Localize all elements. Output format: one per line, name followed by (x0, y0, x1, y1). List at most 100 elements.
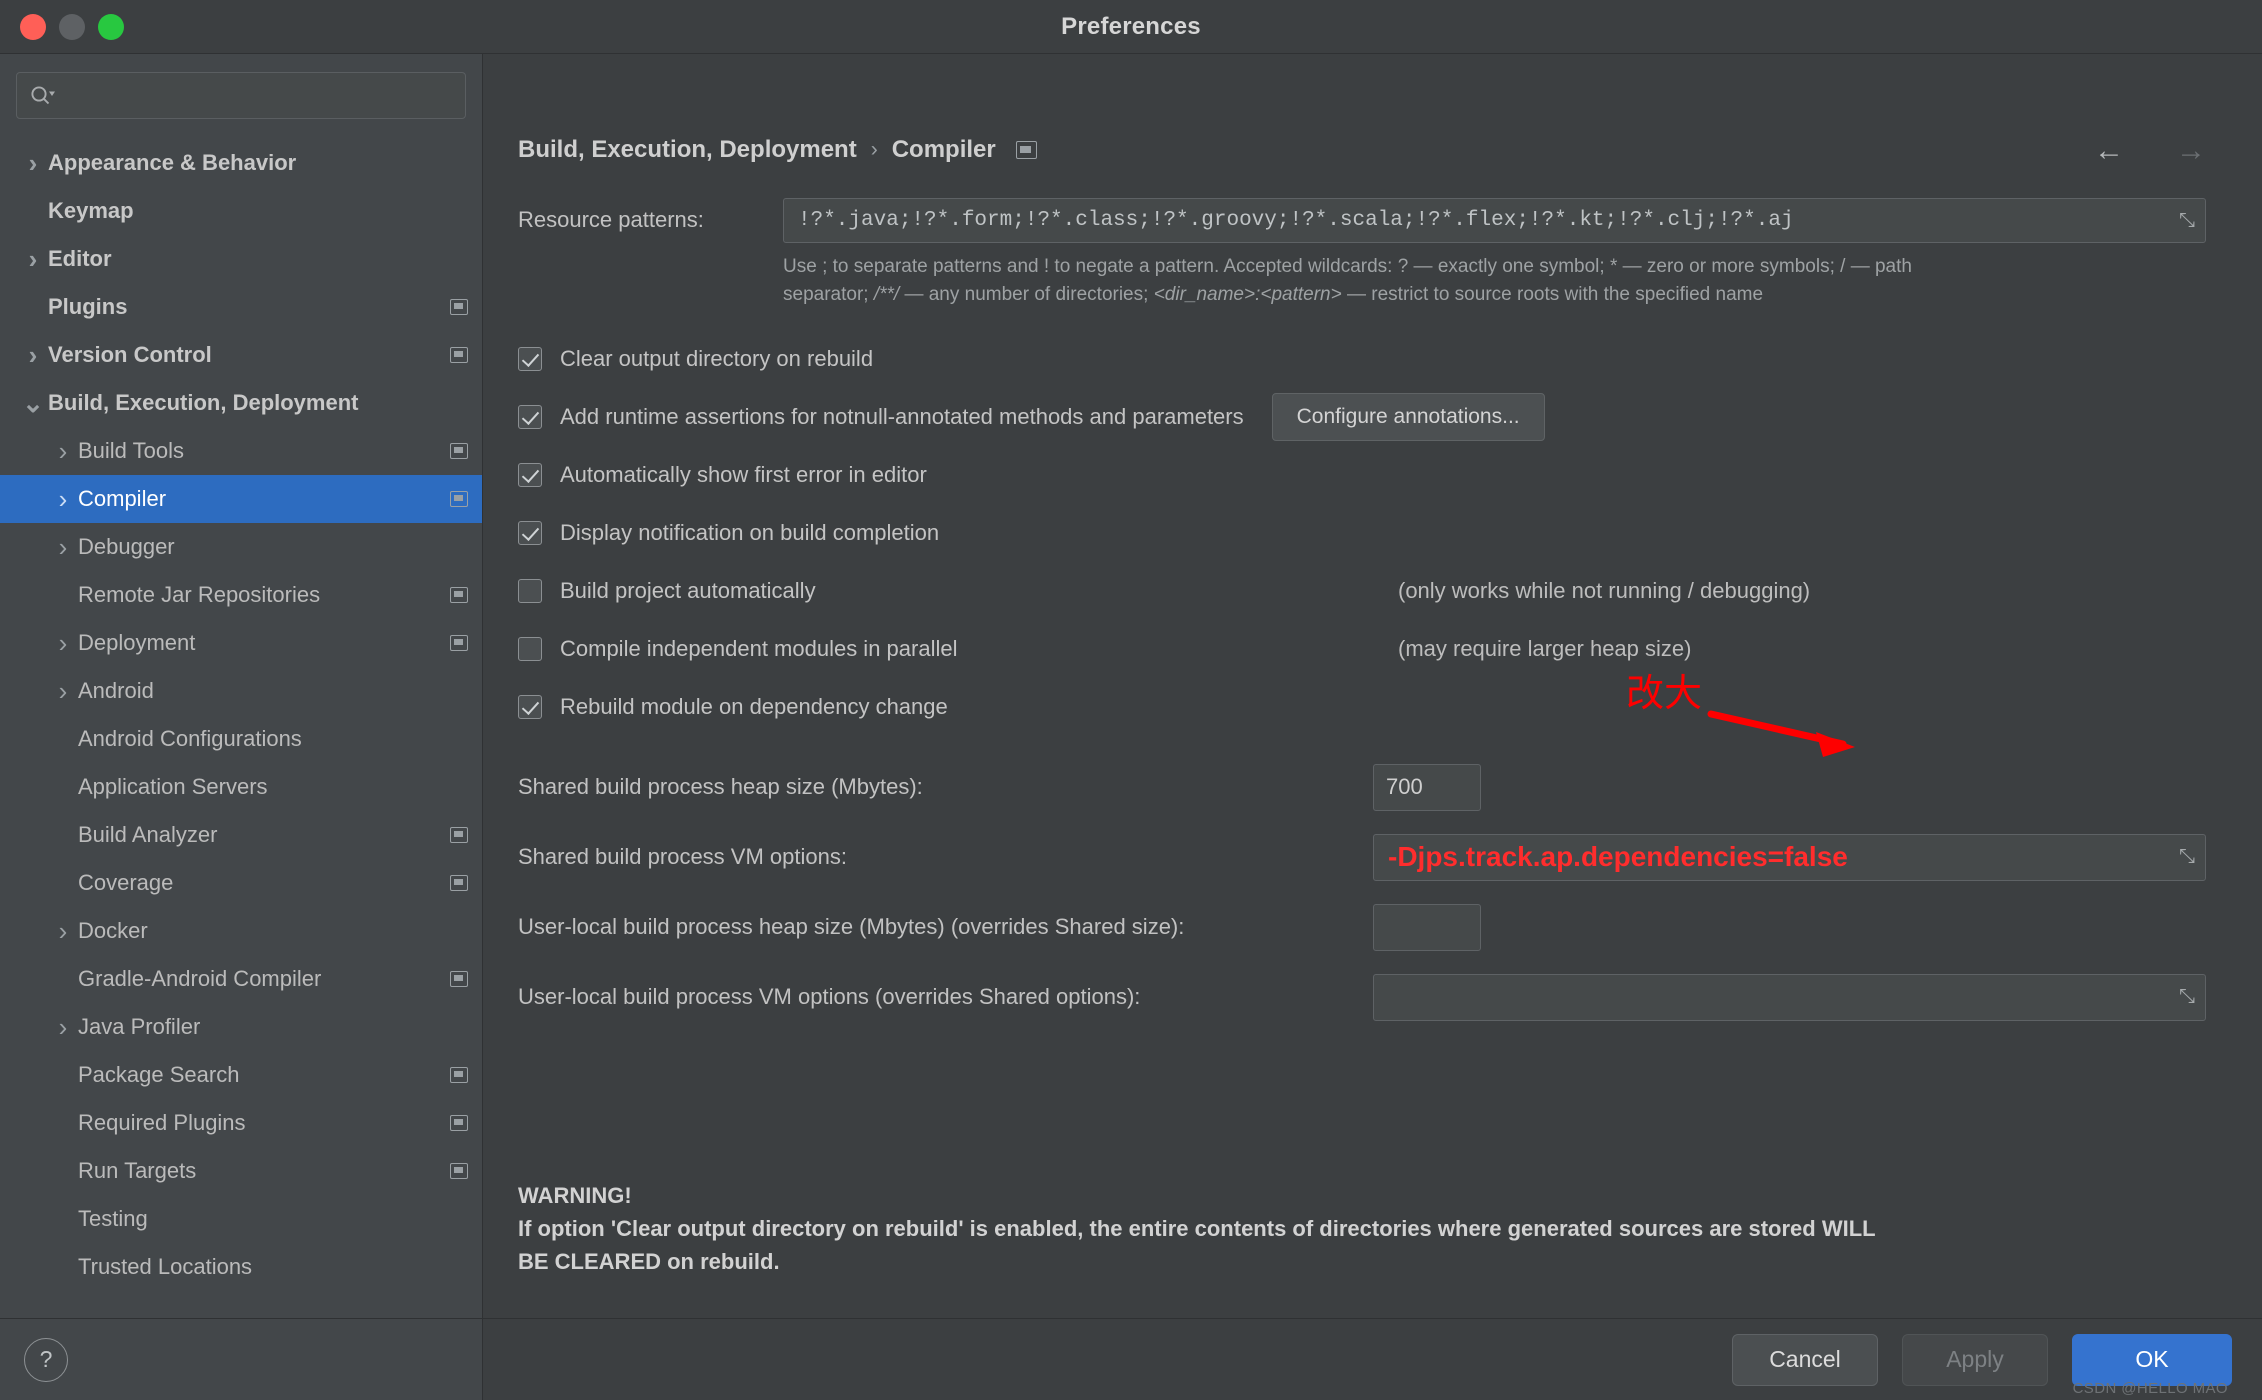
sidebar-item-editor[interactable]: › Editor (0, 235, 482, 283)
build-heap-size-input[interactable] (1373, 763, 1481, 811)
project-scope-icon (450, 875, 468, 891)
chevron-right-icon[interactable]: › (48, 628, 78, 659)
search-icon (29, 85, 55, 107)
sidebar-item-run-targets[interactable]: ›Run Targets (0, 1147, 482, 1195)
sidebar-item-label: Debugger (78, 534, 175, 559)
checkbox-automatically-show-first-error-in-editor[interactable] (518, 463, 542, 488)
sidebar-item-build-tools[interactable]: › Build Tools (0, 427, 482, 475)
checkbox-note: (only works while not running / debuggin… (1398, 578, 1811, 604)
expand-icon[interactable]: ⤡ (2179, 846, 2195, 869)
sidebar-item-label: Build Analyzer (78, 822, 218, 847)
forward-arrow-icon[interactable]: → (2176, 136, 2206, 166)
back-arrow-icon[interactable]: ← (2094, 136, 2124, 166)
search-box[interactable] (16, 72, 466, 119)
checkbox-add-runtime-assertions-for-notnull-annotated-methods-and-parameters[interactable] (518, 405, 542, 430)
sidebar-item-label: Required Plugins (78, 1110, 246, 1135)
project-scope-icon (450, 1115, 468, 1131)
sidebar-item-deployment[interactable]: › Deployment (0, 619, 482, 667)
project-scope-icon[interactable] (1015, 141, 1037, 159)
sidebar-item-version-control[interactable]: › Version Control (0, 331, 482, 379)
zoom-window-button[interactable] (98, 13, 124, 40)
checkbox-label: Clear output directory on rebuild (560, 346, 874, 372)
sidebar-item-docker[interactable]: › Docker (0, 907, 482, 955)
close-window-button[interactable] (20, 13, 46, 40)
build-field-row: Shared build process heap size (Mbytes): (518, 752, 2206, 822)
project-scope-icon (450, 491, 468, 507)
search-input[interactable] (61, 84, 453, 107)
sidebar-item-gradle-android-compiler[interactable]: ›Gradle-Android Compiler (0, 955, 482, 1003)
resource-patterns-field[interactable]: !?*.java;!?*.form;!?*.class;!?*.groovy;!… (783, 198, 2206, 243)
build-heap-size-input[interactable] (1373, 903, 1481, 951)
chevron-right-icon[interactable]: › (18, 148, 48, 179)
breadcrumb-root[interactable]: Build, Execution, Deployment (518, 136, 857, 164)
warning-line-1: If option 'Clear output directory on reb… (518, 1216, 1876, 1241)
checkbox-compile-independent-modules-in-parallel[interactable] (518, 637, 542, 662)
project-scope-icon (450, 827, 468, 843)
minimize-window-button[interactable] (59, 13, 85, 40)
sidebar-item-android-configurations[interactable]: ›Android Configurations (0, 715, 482, 763)
window-controls (20, 13, 124, 40)
sidebar-item-coverage[interactable]: ›Coverage (0, 859, 482, 907)
sidebar-item-build-execution-deployment[interactable]: ⌄ Build, Execution, Deployment (0, 379, 482, 427)
sidebar-item-remote-jar-repositories[interactable]: ›Remote Jar Repositories (0, 571, 482, 619)
chevron-right-icon[interactable]: › (48, 1012, 78, 1043)
warning-line-2: BE CLEARED on rebuild. (518, 1249, 780, 1274)
sidebar-item-label: Deployment (78, 630, 196, 655)
checkbox-clear-output-directory-on-rebuild[interactable] (518, 347, 542, 372)
apply-button[interactable]: Apply (1902, 1333, 2048, 1386)
sidebar-item-label: Compiler (78, 486, 167, 511)
sidebar-item-debugger[interactable]: › Debugger (0, 523, 482, 571)
build-vm-options-field[interactable]: -Djps.track.ap.dependencies=false ⤡ (1373, 833, 2206, 881)
cancel-button[interactable]: Cancel (1732, 1333, 1878, 1386)
sidebar-item-label: Application Servers (78, 774, 268, 799)
chevron-right-icon[interactable]: › (18, 244, 48, 275)
sidebar-item-label: Package Search (78, 1062, 240, 1087)
sidebar-item-build-analyzer[interactable]: ›Build Analyzer (0, 811, 482, 859)
sidebar-item-testing[interactable]: ›Testing (0, 1195, 482, 1243)
checkbox-label: Compile independent modules in parallel (560, 636, 958, 662)
sidebar-item-package-search[interactable]: ›Package Search (0, 1051, 482, 1099)
ok-button[interactable]: OK (2072, 1333, 2232, 1386)
chevron-right-icon[interactable]: › (18, 340, 48, 371)
chevron-down-icon[interactable]: ⌄ (18, 390, 48, 416)
sidebar-item-label: Gradle-Android Compiler (78, 966, 322, 991)
chevron-right-icon[interactable]: › (48, 676, 78, 707)
project-scope-icon (450, 635, 468, 651)
checkbox-row: Build project automatically (only works w… (518, 562, 2206, 620)
checkbox-row: Compile independent modules in parallel (… (518, 620, 2206, 678)
sidebar-item-trusted-locations[interactable]: ›Trusted Locations (0, 1243, 482, 1291)
checkbox-display-notification-on-build-completion[interactable] (518, 521, 542, 546)
sidebar-item-android[interactable]: › Android (0, 667, 482, 715)
sidebar-item-appearance-behavior[interactable]: › Appearance & Behavior (0, 139, 482, 187)
help-button[interactable]: ? (24, 1337, 68, 1382)
expand-icon[interactable]: ⤡ (2179, 209, 2195, 232)
checkbox-build-project-automatically[interactable] (518, 579, 542, 604)
project-scope-icon (450, 587, 468, 603)
breadcrumb-current: Compiler (891, 136, 996, 163)
hint-line-2c: — any number of directories; (899, 283, 1154, 305)
build-field-row: Shared build process VM options: -Djps.tr… (518, 822, 2206, 892)
chevron-right-icon[interactable]: › (48, 532, 78, 563)
build-field-row: User-local build process VM options (ove… (518, 962, 2206, 1032)
sidebar-item-keymap[interactable]: ›Keymap (0, 187, 482, 235)
sidebar-item-plugins[interactable]: ›Plugins (0, 283, 482, 331)
checkbox-row: Clear output directory on rebuild (518, 330, 2206, 388)
chevron-right-icon[interactable]: › (48, 916, 78, 947)
compiler-form: Resource patterns: !?*.java;!?*.form;!?*… (483, 164, 2236, 1032)
build-field-row: User-local build process heap size (Mbyt… (518, 892, 2206, 962)
expand-icon[interactable]: ⤡ (2179, 986, 2195, 1009)
dialog-footer: Cancel Apply OK CSDN @HELLO MAO (483, 1318, 2262, 1400)
sidebar-item-compiler[interactable]: › Compiler (0, 475, 482, 523)
sidebar-item-java-profiler[interactable]: › Java Profiler (0, 1003, 482, 1051)
checkbox-row: Display notification on build completion (518, 504, 2206, 562)
dialog-body: ›Appearance & Behavior›Keymap›Editor›Plu… (0, 54, 2262, 1400)
sidebar-item-required-plugins[interactable]: ›Required Plugins (0, 1099, 482, 1147)
checkbox-note: (may require larger heap size) (1398, 636, 1692, 662)
sidebar-item-application-servers[interactable]: ›Application Servers (0, 763, 482, 811)
build-vm-options-field[interactable]: ⤡ (1373, 973, 2206, 1021)
build-process-fields: Shared build process heap size (Mbytes):… (518, 752, 2206, 1032)
chevron-right-icon[interactable]: › (48, 484, 78, 515)
chevron-right-icon[interactable]: › (48, 436, 78, 467)
configure-annotations-button[interactable]: Configure annotations... (1271, 393, 1545, 442)
checkbox-rebuild-module-on-dependency-change[interactable] (518, 695, 542, 720)
